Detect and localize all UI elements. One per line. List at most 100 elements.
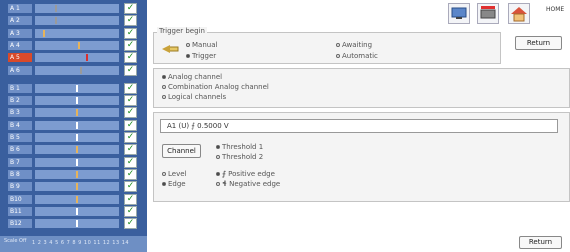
level-option[interactable]: Level (162, 170, 186, 178)
channel-checkbox[interactable]: ✓ (124, 168, 137, 180)
channel-track[interactable] (35, 120, 119, 130)
channel-level-marker[interactable] (55, 5, 57, 12)
channel-level-marker[interactable] (76, 220, 78, 228)
radio-awaiting[interactable] (336, 43, 340, 47)
channel-row[interactable]: A 5 ✓ (2, 52, 146, 64)
radio-edge[interactable] (162, 182, 166, 186)
channel-track[interactable] (35, 28, 119, 38)
channel-row[interactable]: B10 ✓ (2, 193, 146, 205)
manual-option[interactable]: Manual (186, 41, 217, 49)
combination-channel-option[interactable]: Combination Analog channel (162, 83, 269, 91)
automatic-option[interactable]: Automatic (336, 52, 378, 60)
channel-row[interactable]: B 5 ✓ (2, 132, 146, 143)
radio-threshold2[interactable] (216, 155, 220, 159)
channel-level-marker[interactable] (76, 195, 78, 203)
channel-row[interactable]: A 3 ✓ (2, 27, 146, 39)
channel-track[interactable] (35, 169, 119, 179)
channel-row[interactable]: B11 ✓ (2, 205, 146, 217)
channel-row[interactable]: B 1 ✓ (2, 82, 146, 94)
channel-checkbox[interactable]: ✓ (124, 193, 137, 205)
threshold2-option[interactable]: Threshold 2 (216, 153, 263, 161)
channel-level-marker[interactable] (78, 41, 80, 49)
radio-positive-edge[interactable] (216, 172, 220, 176)
channel-track[interactable] (35, 53, 119, 63)
channel-level-marker[interactable] (76, 109, 78, 117)
return-button-bottom[interactable]: Return (519, 236, 562, 249)
channel-track[interactable] (35, 182, 119, 192)
edge-option[interactable]: Edge (162, 180, 186, 188)
channel-level-marker[interactable] (80, 66, 82, 74)
channel-row[interactable]: A 1 ✓ (2, 3, 146, 14)
channel-checkbox[interactable]: ✓ (124, 119, 137, 131)
channel-level-marker[interactable] (76, 146, 78, 154)
threshold1-option[interactable]: Threshold 1 (216, 143, 263, 151)
channel-checkbox[interactable]: ✓ (124, 15, 137, 27)
channel-checkbox[interactable]: ✓ (124, 156, 137, 168)
scale-key-label[interactable]: Scale Off (4, 238, 30, 244)
channel-checkbox[interactable]: ✓ (124, 64, 137, 76)
channel-checkbox[interactable]: ✓ (124, 95, 137, 107)
radio-combination[interactable] (162, 85, 166, 89)
channel-track[interactable] (35, 133, 119, 142)
radio-negative-edge[interactable] (216, 182, 220, 186)
channel-row[interactable]: A 6 ✓ (2, 64, 146, 76)
channel-level-marker[interactable] (76, 97, 78, 105)
awaiting-option[interactable]: Awaiting (336, 41, 372, 49)
radio-level[interactable] (162, 172, 166, 176)
channel-track[interactable] (35, 157, 119, 167)
channel-level-marker[interactable] (76, 134, 78, 141)
channel-track[interactable] (35, 40, 119, 50)
analog-channel-option[interactable]: Analog channel (162, 73, 222, 81)
trigger-option[interactable]: Trigger (186, 52, 216, 60)
channel-track[interactable] (35, 145, 119, 155)
channel-checkbox[interactable]: ✓ (124, 39, 137, 51)
channel-checkbox[interactable]: ✓ (124, 181, 137, 193)
channel-row[interactable]: B 7 ✓ (2, 156, 146, 168)
settings-button[interactable] (477, 3, 499, 24)
radio-trigger[interactable] (186, 54, 190, 58)
radio-threshold1[interactable] (216, 145, 220, 149)
channel-track[interactable] (35, 194, 119, 204)
channel-level-marker[interactable] (76, 207, 78, 215)
channel-level-marker[interactable] (86, 54, 88, 62)
channel-checkbox[interactable]: ✓ (124, 27, 137, 39)
channel-track[interactable] (35, 219, 119, 229)
channel-level-marker[interactable] (76, 158, 78, 166)
monitor-button[interactable] (448, 3, 470, 24)
trigger-channel-field[interactable]: A1 (U) ⨍ 0.5000 V (160, 119, 558, 133)
channel-level-marker[interactable] (76, 183, 78, 191)
channel-level-marker[interactable] (76, 170, 78, 178)
channel-track[interactable] (35, 96, 119, 106)
channel-checkbox[interactable]: ✓ (124, 3, 137, 14)
channel-level-marker[interactable] (55, 17, 57, 25)
channel-row[interactable]: A 2 ✓ (2, 15, 146, 27)
channel-level-marker[interactable] (43, 29, 45, 37)
negative-edge-option[interactable]: ɬ Negative edge (216, 180, 280, 188)
channel-checkbox[interactable]: ✓ (124, 218, 137, 230)
channel-row[interactable]: B 6 ✓ (2, 144, 146, 156)
channel-track[interactable] (35, 65, 119, 75)
return-button-top[interactable]: Return (515, 36, 562, 50)
channel-level-marker[interactable] (76, 121, 78, 129)
channel-track[interactable] (35, 16, 119, 26)
home-button[interactable] (508, 3, 530, 24)
channel-row[interactable]: B12 ✓ (2, 218, 146, 230)
channel-row[interactable]: A 4 ✓ (2, 39, 146, 51)
radio-analog[interactable] (162, 75, 166, 79)
channel-level-marker[interactable] (76, 84, 78, 92)
channel-track[interactable] (35, 108, 119, 118)
channel-track[interactable] (35, 83, 119, 93)
radio-automatic[interactable] (336, 54, 340, 58)
channel-track[interactable] (35, 206, 119, 216)
channel-checkbox[interactable]: ✓ (124, 205, 137, 217)
channel-checkbox[interactable]: ✓ (124, 132, 137, 143)
channel-track[interactable] (35, 4, 119, 13)
positive-edge-option[interactable]: ⨍ Positive edge (216, 170, 275, 178)
channel-row[interactable]: B 9 ✓ (2, 181, 146, 193)
channel-checkbox[interactable]: ✓ (124, 107, 137, 119)
logical-channel-option[interactable]: Logical channels (162, 93, 226, 101)
channel-checkbox[interactable]: ✓ (124, 52, 137, 64)
channel-checkbox[interactable]: ✓ (124, 144, 137, 156)
channel-row[interactable]: B 4 ✓ (2, 119, 146, 131)
radio-manual[interactable] (186, 43, 190, 47)
